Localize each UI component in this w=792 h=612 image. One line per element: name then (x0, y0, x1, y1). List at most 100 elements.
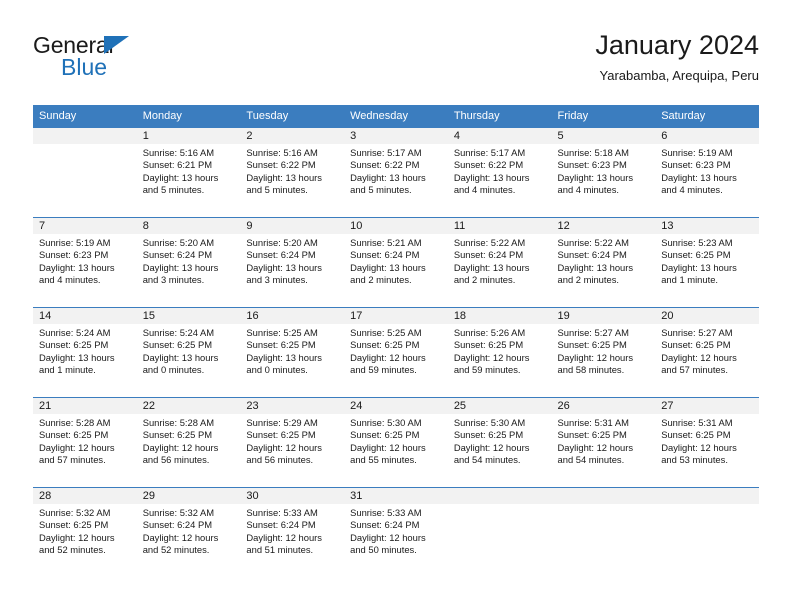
day-sun-info: Sunrise: 5:21 AM Sunset: 6:24 PM Daylight:… (344, 234, 448, 287)
day-sun-info: Sunrise: 5:31 AM Sunset: 6:25 PM Daylight:… (655, 414, 759, 467)
daylight-duration-line1: Daylight: 12 hours (39, 531, 115, 543)
sunrise-time: Sunrise: 5:26 AM (453, 327, 526, 338)
day-number (551, 488, 656, 504)
day-number: 17 (344, 308, 448, 324)
sunset-time: Sunset: 6:23 PM (39, 249, 109, 261)
calendar-day-cell[interactable]: 29 Sunrise: 5:32 AM Sunset: 6:24 PM Dayligh… (136, 487, 241, 578)
calendar-day-cell[interactable]: 21 Sunrise: 5:28 AM Sunset: 6:25 PM Dayligh… (33, 397, 137, 488)
calendar-day-cell[interactable]: 23 Sunrise: 5:29 AM Sunset: 6:25 PM Dayligh… (240, 397, 345, 488)
day-number: 15 (136, 308, 241, 324)
calendar-day-cell[interactable]: 4 Sunrise: 5:17 AM Sunset: 6:22 PM Daylight… (447, 127, 552, 218)
calendar-day-cell[interactable]: 7 Sunrise: 5:19 AM Sunset: 6:23 PM Daylight… (33, 217, 137, 308)
daylight-duration-line2: and 51 minutes. (246, 544, 314, 556)
sunrise-time: Sunrise: 5:27 AM (661, 327, 733, 338)
calendar-day-cell[interactable]: 15 Sunrise: 5:24 AM Sunset: 6:25 PM Dayligh… (136, 307, 241, 398)
day-sun-info: Sunrise: 5:31 AM Sunset: 6:25 PM Daylight:… (552, 414, 656, 467)
general-blue-logo[interactable]: General Blue (33, 32, 233, 88)
calendar-day-cell[interactable]: 24 Sunrise: 5:30 AM Sunset: 6:25 PM Dayligh… (344, 397, 448, 488)
calendar-day-cell[interactable]: 14 Sunrise: 5:24 AM Sunset: 6:25 PM Dayligh… (33, 307, 137, 398)
calendar-day-cell[interactable]: 10 Sunrise: 5:21 AM Sunset: 6:24 PM Dayligh… (344, 217, 448, 308)
calendar-day-cell[interactable]: 5 Sunrise: 5:18 AM Sunset: 6:23 PM Daylight… (551, 127, 656, 218)
calendar-day-cell[interactable]: 2 Sunrise: 5:16 AM Sunset: 6:22 PM Daylight… (240, 127, 345, 218)
sunrise-time: Sunrise: 5:28 AM (142, 417, 215, 428)
day-sun-info: Sunrise: 5:22 AM Sunset: 6:24 PM Daylight:… (552, 234, 656, 287)
calendar-day-cell[interactable]: 31 Sunrise: 5:33 AM Sunset: 6:24 PM Dayligh… (344, 487, 448, 578)
day-sun-info: Sunrise: 5:28 AM Sunset: 6:25 PM Daylight:… (33, 414, 137, 467)
sunrise-time: Sunrise: 5:21 AM (350, 237, 422, 248)
calendar-day-cell[interactable]: 6 Sunrise: 5:19 AM Sunset: 6:23 PM Daylight… (655, 127, 759, 218)
daylight-duration-line2: and 5 minutes. (142, 184, 205, 196)
calendar-day-cell[interactable]: 18 Sunrise: 5:26 AM Sunset: 6:25 PM Dayligh… (447, 307, 552, 398)
sunset-time: Sunset: 6:24 PM (142, 519, 213, 531)
sunset-time: Sunset: 6:22 PM (453, 159, 524, 171)
sunset-time: Sunset: 6:25 PM (39, 519, 109, 531)
sunrise-time: Sunrise: 5:16 AM (142, 147, 215, 158)
daylight-duration-line1: Daylight: 13 hours (453, 261, 530, 273)
sunrise-time: Sunrise: 5:30 AM (350, 417, 422, 428)
sunset-time: Sunset: 6:24 PM (350, 249, 420, 261)
calendar-day-cell[interactable]: 12 Sunrise: 5:22 AM Sunset: 6:24 PM Dayligh… (551, 217, 656, 308)
calendar-day-cell[interactable]: 28 Sunrise: 5:32 AM Sunset: 6:25 PM Dayligh… (33, 487, 137, 578)
daylight-duration-line1: Daylight: 12 hours (142, 531, 219, 543)
daylight-duration-line1: Daylight: 13 hours (39, 261, 115, 273)
calendar-week-row: 28 Sunrise: 5:32 AM Sunset: 6:25 PM Dayligh… (33, 487, 759, 578)
sunrise-time: Sunrise: 5:17 AM (350, 147, 422, 158)
day-number: 31 (344, 488, 448, 504)
calendar-day-cell[interactable]: 26 Sunrise: 5:31 AM Sunset: 6:25 PM Dayligh… (551, 397, 656, 488)
day-number: 9 (240, 218, 345, 234)
sunset-time: Sunset: 6:22 PM (246, 159, 316, 171)
daylight-duration-line1: Daylight: 13 hours (39, 351, 115, 363)
day-number: 20 (655, 308, 759, 324)
calendar-day-cell[interactable]: 9 Sunrise: 5:20 AM Sunset: 6:24 PM Daylight… (240, 217, 345, 308)
calendar-day-cell-empty (655, 487, 759, 578)
day-sun-info: Sunrise: 5:17 AM Sunset: 6:22 PM Daylight:… (344, 144, 448, 197)
calendar-day-cell[interactable]: 8 Sunrise: 5:20 AM Sunset: 6:24 PM Daylight… (136, 217, 241, 308)
daylight-duration-line1: Daylight: 13 hours (661, 261, 737, 273)
calendar-day-cell[interactable]: 25 Sunrise: 5:30 AM Sunset: 6:25 PM Dayligh… (447, 397, 552, 488)
daylight-duration-line1: Daylight: 12 hours (246, 531, 322, 543)
column-header-sunday: Sunday (33, 105, 137, 128)
calendar-day-cell[interactable]: 11 Sunrise: 5:22 AM Sunset: 6:24 PM Dayligh… (447, 217, 552, 308)
sunset-time: Sunset: 6:21 PM (142, 159, 213, 171)
calendar-day-cell[interactable]: 1 Sunrise: 5:16 AM Sunset: 6:21 PM Daylight… (136, 127, 241, 218)
day-sun-info: Sunrise: 5:27 AM Sunset: 6:25 PM Daylight:… (552, 324, 656, 377)
calendar-day-cell[interactable]: 17 Sunrise: 5:25 AM Sunset: 6:25 PM Dayligh… (344, 307, 448, 398)
day-number: 5 (551, 128, 656, 144)
calendar-day-cell[interactable]: 20 Sunrise: 5:27 AM Sunset: 6:25 PM Dayligh… (655, 307, 759, 398)
calendar-day-cell[interactable]: 22 Sunrise: 5:28 AM Sunset: 6:25 PM Dayligh… (136, 397, 241, 488)
day-sun-info: Sunrise: 5:32 AM Sunset: 6:25 PM Daylight:… (33, 504, 137, 557)
day-sun-info: Sunrise: 5:30 AM Sunset: 6:25 PM Daylight:… (448, 414, 552, 467)
calendar-day-cell[interactable]: 13 Sunrise: 5:23 AM Sunset: 6:25 PM Dayligh… (655, 217, 759, 308)
weekday-header-row: Sunday Monday Tuesday Wednesday Thursday… (33, 105, 759, 128)
daylight-duration-line1: Daylight: 12 hours (350, 441, 426, 453)
calendar-day-cell[interactable]: 19 Sunrise: 5:27 AM Sunset: 6:25 PM Dayligh… (551, 307, 656, 398)
page-title: January 2024 (595, 30, 759, 60)
sunrise-time: Sunrise: 5:16 AM (246, 147, 318, 158)
day-number: 13 (655, 218, 759, 234)
day-number: 16 (240, 308, 345, 324)
calendar-body: 1 Sunrise: 5:16 AM Sunset: 6:21 PM Daylight… (33, 127, 759, 578)
calendar-day-cell[interactable]: 3 Sunrise: 5:17 AM Sunset: 6:22 PM Daylight… (344, 127, 448, 218)
daylight-duration-line1: Daylight: 12 hours (142, 441, 219, 453)
day-sun-info: Sunrise: 5:25 AM Sunset: 6:25 PM Daylight:… (344, 324, 448, 377)
column-header-friday: Friday (551, 105, 656, 128)
daylight-duration-line2: and 4 minutes. (661, 184, 723, 196)
day-number: 2 (240, 128, 345, 144)
sunrise-time: Sunrise: 5:30 AM (453, 417, 526, 428)
logo-text-blue: Blue (61, 54, 108, 80)
calendar-day-cell[interactable]: 30 Sunrise: 5:33 AM Sunset: 6:24 PM Dayligh… (240, 487, 345, 578)
calendar-day-cell[interactable]: 27 Sunrise: 5:31 AM Sunset: 6:25 PM Dayligh… (655, 397, 759, 488)
daylight-duration-line1: Daylight: 12 hours (453, 351, 530, 363)
day-sun-info: Sunrise: 5:23 AM Sunset: 6:25 PM Daylight:… (655, 234, 759, 287)
day-sun-info: Sunrise: 5:16 AM Sunset: 6:22 PM Daylight:… (240, 144, 344, 197)
calendar-day-cell[interactable]: 16 Sunrise: 5:25 AM Sunset: 6:25 PM Dayligh… (240, 307, 345, 398)
day-number (33, 128, 137, 144)
daylight-duration-line1: Daylight: 12 hours (661, 351, 737, 363)
daylight-duration-line2: and 57 minutes. (661, 364, 728, 376)
sunset-time: Sunset: 6:25 PM (557, 339, 627, 351)
daylight-duration-line2: and 2 minutes. (350, 274, 412, 286)
sunset-time: Sunset: 6:23 PM (661, 159, 731, 171)
day-number: 14 (33, 308, 137, 324)
daylight-duration-line2: and 55 minutes. (350, 454, 417, 466)
logo-triangle-icon (104, 36, 129, 54)
